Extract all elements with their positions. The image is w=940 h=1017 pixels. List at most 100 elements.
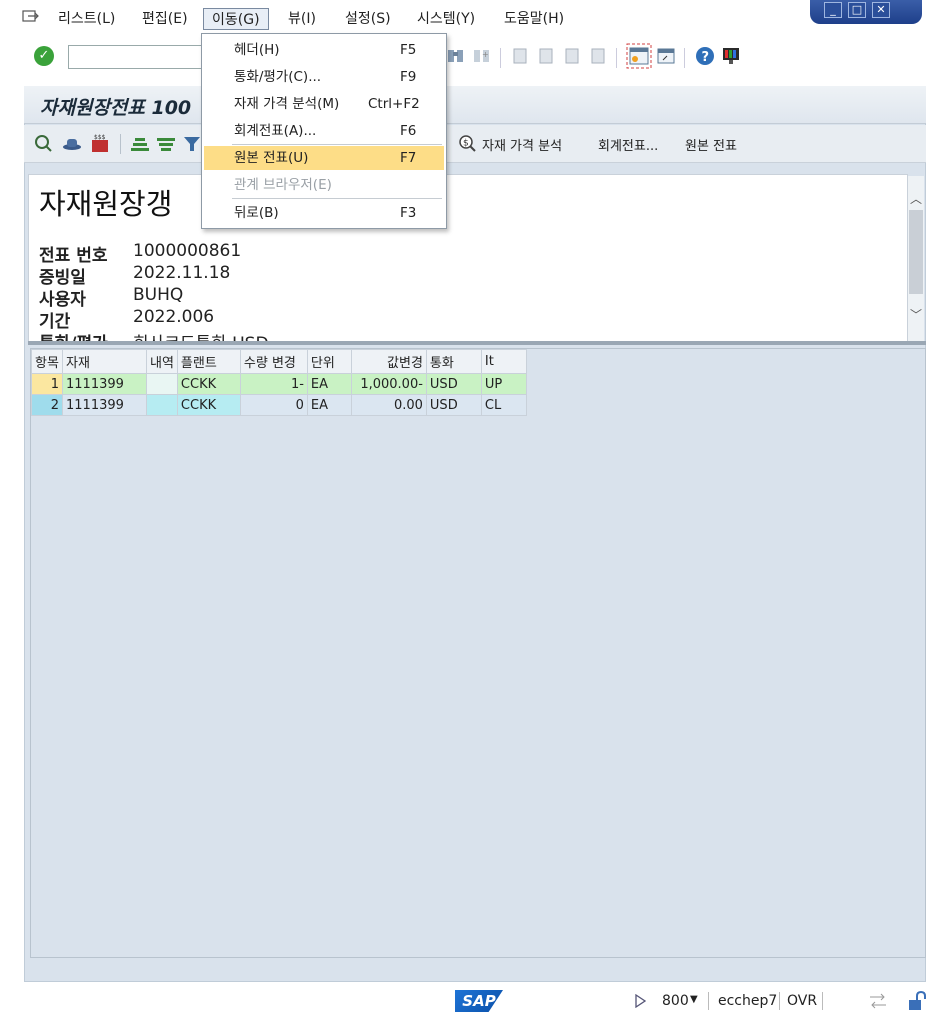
cell-description[interactable] bbox=[146, 373, 178, 395]
menu-list[interactable]: 리스트(L) bbox=[50, 8, 123, 30]
sort-asc-icon[interactable] bbox=[130, 134, 150, 154]
menu-separator bbox=[232, 144, 442, 145]
svg-text:+: + bbox=[482, 50, 489, 59]
header-scrollbar[interactable]: ︿ ﹀ bbox=[908, 176, 924, 342]
cell-item[interactable]: 1 bbox=[31, 373, 63, 395]
col-qty-change[interactable]: 수량 변경 bbox=[239, 349, 308, 374]
lock-icon[interactable] bbox=[907, 990, 929, 1012]
col-description[interactable]: 내역 bbox=[146, 349, 178, 374]
system-toolbar: ✓ + ? bbox=[0, 38, 940, 78]
menu-item-price-analysis[interactable]: 자재 가격 분석(M) Ctrl+F2 bbox=[204, 92, 444, 116]
help-icon[interactable]: ? bbox=[695, 46, 715, 66]
cell-item[interactable]: 2 bbox=[31, 394, 63, 416]
menu-bar: 리스트(L) 편집(E) 이동(G) 뷰(I) 설정(S) 시스템(Y) 도움말… bbox=[0, 0, 940, 38]
scroll-thumb[interactable] bbox=[909, 210, 923, 294]
price-analysis-icon[interactable]: $ bbox=[458, 134, 478, 154]
original-doc-button[interactable]: 원본 전표 bbox=[685, 135, 737, 154]
table-row[interactable]: 2 1111399 CCKK 0 EA 0.00 USD CL bbox=[31, 394, 527, 416]
chevron-down-icon[interactable]: ▼ bbox=[690, 994, 698, 1005]
goto-dropdown-menu: 헤더(H) F5 통화/평가(C)... F9 자재 가격 분석(M) Ctrl… bbox=[201, 33, 447, 229]
splitter[interactable] bbox=[28, 341, 926, 345]
cell-unit[interactable]: EA bbox=[306, 373, 352, 395]
minimize-icon[interactable]: _ bbox=[824, 2, 842, 18]
menu-help[interactable]: 도움말(H) bbox=[496, 8, 572, 30]
cell-plant[interactable]: CCKK bbox=[176, 373, 241, 395]
col-currency[interactable]: 통화 bbox=[425, 349, 482, 374]
cell-currency[interactable]: USD bbox=[425, 373, 482, 395]
col-material[interactable]: 자재 bbox=[62, 349, 147, 374]
cell-value-change[interactable]: 1,000.00- bbox=[350, 373, 427, 395]
cell-currency[interactable]: USD bbox=[425, 394, 482, 416]
cell-material[interactable]: 1111399 bbox=[62, 394, 147, 416]
new-session-icon[interactable] bbox=[626, 43, 652, 69]
cell-unit[interactable]: EA bbox=[306, 394, 352, 416]
cell-material[interactable]: 1111399 bbox=[62, 373, 147, 395]
menu-item-header[interactable]: 헤더(H) F5 bbox=[204, 38, 444, 62]
check-icon[interactable]: ✓ bbox=[34, 46, 54, 66]
sap-logo: SAP bbox=[455, 990, 503, 1012]
menu-item-accounting-doc[interactable]: 회계전표(A)... F6 bbox=[204, 119, 444, 143]
menu-item-label: 헤더(H) bbox=[234, 42, 280, 58]
scroll-down-icon[interactable]: ﹀ bbox=[910, 308, 922, 322]
sort-desc-icon[interactable] bbox=[156, 134, 176, 154]
last-page-icon[interactable] bbox=[588, 46, 608, 66]
window-controls: _ □ ✕ bbox=[810, 0, 922, 24]
cell-qty-change[interactable]: 1- bbox=[239, 373, 308, 395]
field-value: BUHQ bbox=[133, 285, 184, 305]
cell-value-change[interactable]: 0.00 bbox=[350, 394, 427, 416]
status-separator bbox=[822, 992, 823, 1010]
col-item[interactable]: 항목 bbox=[31, 349, 63, 374]
col-value-change[interactable]: 값변경 bbox=[350, 349, 427, 374]
items-grid: 항목 자재 내역 플랜트 수량 변경 단위 값변경 통화 It 1 111139… bbox=[30, 348, 926, 958]
status-separator bbox=[779, 992, 780, 1010]
table-row[interactable]: 1 1111399 CCKK 1- EA 1,000.00- USD UP bbox=[31, 373, 527, 395]
col-it[interactable]: It bbox=[480, 349, 527, 374]
shortcut-icon[interactable] bbox=[656, 46, 676, 66]
col-plant[interactable]: 플랜트 bbox=[176, 349, 241, 374]
hat-icon[interactable] bbox=[62, 134, 82, 154]
close-icon[interactable]: ✕ bbox=[872, 2, 890, 18]
layout-icon[interactable] bbox=[721, 46, 741, 66]
accounting-doc-button[interactable]: 회계전표... bbox=[598, 135, 658, 154]
menu-view[interactable]: 뷰(I) bbox=[280, 8, 324, 30]
detail-icon[interactable] bbox=[34, 134, 54, 154]
menu-item-original-doc[interactable]: 원본 전표(U) F7 bbox=[204, 146, 444, 170]
menu-edit[interactable]: 편집(E) bbox=[134, 8, 196, 30]
cell-plant[interactable]: CCKK bbox=[176, 394, 241, 416]
menu-item-currency-valuation[interactable]: 통화/평가(C)... F9 bbox=[204, 65, 444, 89]
cell-description[interactable] bbox=[146, 394, 178, 416]
find-next-icon[interactable]: + bbox=[472, 46, 492, 66]
col-unit[interactable]: 단위 bbox=[306, 349, 352, 374]
menu-item-shortcut: Ctrl+F2 bbox=[368, 96, 420, 112]
menu-item-back[interactable]: 뒤로(B) F3 bbox=[204, 201, 444, 225]
menu-item-relationship-browser: 관계 브라우저(E) bbox=[204, 173, 444, 197]
calculate-icon[interactable]: $$$ bbox=[90, 134, 110, 154]
menu-item-shortcut: F7 bbox=[400, 150, 417, 166]
next-page-icon[interactable] bbox=[562, 46, 582, 66]
command-field[interactable] bbox=[68, 45, 208, 69]
filter-icon[interactable] bbox=[182, 134, 202, 154]
menu-goto[interactable]: 이동(G) bbox=[203, 8, 269, 30]
transfer-icon[interactable] bbox=[868, 992, 888, 1010]
play-icon[interactable] bbox=[634, 994, 646, 1008]
binoculars-icon[interactable] bbox=[446, 46, 466, 66]
menu-item-shortcut: F6 bbox=[400, 123, 417, 139]
prev-page-icon[interactable] bbox=[536, 46, 556, 66]
scroll-up-icon[interactable]: ︿ bbox=[910, 192, 922, 206]
menu-system[interactable]: 시스템(Y) bbox=[409, 8, 483, 30]
svg-text:$: $ bbox=[463, 139, 469, 149]
cell-it[interactable]: UP bbox=[480, 373, 527, 395]
cell-qty-change[interactable]: 0 bbox=[239, 394, 308, 416]
menu-item-label: 뒤로(B) bbox=[234, 205, 279, 221]
menu-icon[interactable] bbox=[22, 10, 40, 24]
maximize-icon[interactable]: □ bbox=[848, 2, 866, 18]
first-page-icon[interactable] bbox=[510, 46, 530, 66]
status-bar: SAP 800 ▼ ecchep7 OVR bbox=[0, 986, 940, 1017]
menu-settings[interactable]: 설정(S) bbox=[337, 8, 399, 30]
items-table: 항목 자재 내역 플랜트 수량 변경 단위 값변경 통화 It 1 111139… bbox=[31, 349, 527, 416]
price-analysis-button[interactable]: 자재 가격 분석 bbox=[482, 135, 562, 154]
client-number: 800 bbox=[662, 993, 689, 1009]
server-name: ecchep7 bbox=[718, 993, 778, 1009]
cell-it[interactable]: CL bbox=[480, 394, 527, 416]
title-bar: 자재원장전표 100 bbox=[24, 86, 926, 124]
